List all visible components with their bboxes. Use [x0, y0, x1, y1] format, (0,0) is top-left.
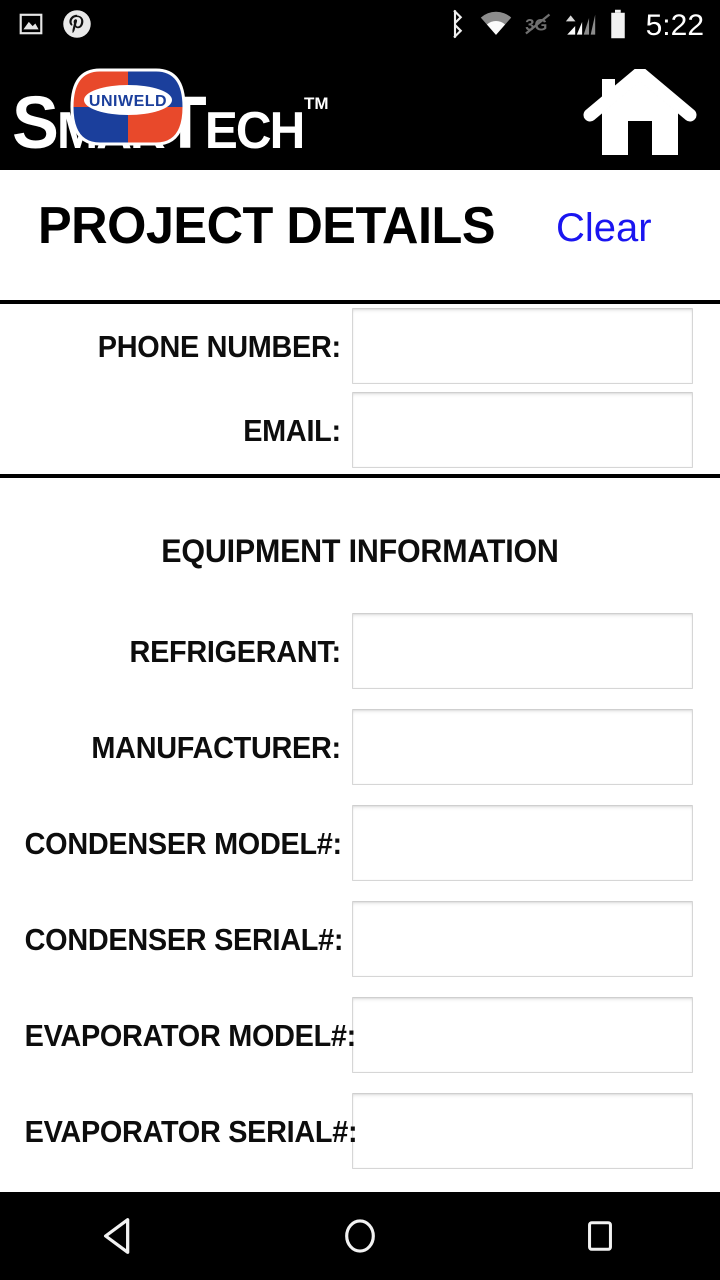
- status-bar-clock: 5:22: [645, 9, 704, 42]
- uniweld-badge-icon: UNIWELD: [70, 68, 186, 146]
- svg-text:UNIWELD: UNIWELD: [89, 93, 167, 110]
- cell-signal-icon: [564, 10, 596, 43]
- input-refrigerant[interactable]: [352, 613, 693, 689]
- section-heading-equipment-information: EQUIPMENT INFORMATION: [161, 533, 559, 569]
- screenshot-icon: [18, 11, 44, 42]
- field-row-phone-number: PHONE NUMBER:: [0, 304, 720, 388]
- square-recents-icon: [588, 1221, 612, 1251]
- triangle-back-icon: [103, 1218, 130, 1254]
- input-email[interactable]: [352, 392, 693, 468]
- home-icon: [583, 69, 697, 155]
- wifi-icon: [480, 11, 512, 42]
- status-bar-notifications: [0, 9, 92, 44]
- status-bar-system-icons: 3G 5:22: [442, 9, 720, 44]
- label-evaporator-model: EVAPORATOR MODEL#:: [24, 1017, 357, 1053]
- back-button[interactable]: [60, 1192, 180, 1280]
- recents-button[interactable]: [540, 1192, 660, 1280]
- home-button[interactable]: [300, 1192, 420, 1280]
- input-condenser-serial[interactable]: [352, 901, 693, 977]
- app-bar: SMARTECH TM UNIWELD: [0, 52, 720, 170]
- app-screen: 3G 5:22: [0, 0, 720, 1280]
- input-manufacturer[interactable]: [352, 709, 693, 785]
- page-title: PROJECT DETAILS: [38, 197, 496, 255]
- mobile-data-off-icon: 3G: [524, 11, 552, 42]
- android-navigation-bar: [0, 1192, 720, 1280]
- label-phone-number: PHONE NUMBER:: [97, 328, 341, 364]
- status-bar: 3G 5:22: [0, 0, 720, 52]
- label-evaporator-serial: EVAPORATOR SERIAL#:: [24, 1113, 358, 1149]
- input-evaporator-serial[interactable]: [352, 1093, 693, 1169]
- clear-button[interactable]: Clear: [556, 208, 652, 248]
- field-row-refrigerant: REFRIGERANT:: [0, 613, 720, 689]
- circle-home-icon: [345, 1219, 375, 1253]
- logo-ech: ECH: [204, 102, 306, 160]
- home-nav-button[interactable]: [578, 68, 702, 160]
- label-manufacturer: MANUFACTURER:: [91, 729, 341, 765]
- smartech-logo: SMARTECH TM UNIWELD: [8, 66, 348, 162]
- input-evaporator-model[interactable]: [352, 997, 693, 1073]
- label-refrigerant: REFRIGERANT:: [129, 633, 342, 669]
- input-condenser-model[interactable]: [352, 805, 693, 881]
- field-row-condenser-model: CONDENSER MODEL#:: [0, 805, 720, 881]
- field-row-condenser-serial: CONDENSER SERIAL#:: [0, 901, 720, 977]
- logo-s: S: [12, 81, 59, 164]
- field-row-evaporator-model: EVAPORATOR MODEL#:: [0, 997, 720, 1073]
- field-row-email: EMAIL:: [0, 388, 720, 472]
- label-email: EMAIL:: [243, 412, 341, 448]
- battery-icon: [608, 9, 628, 44]
- page-header: PROJECT DETAILS Clear: [0, 170, 720, 300]
- trademark-mark: TM: [304, 94, 329, 113]
- label-condenser-model: CONDENSER MODEL#:: [24, 825, 342, 861]
- input-phone-number[interactable]: [352, 308, 693, 384]
- divider-middle: [0, 474, 720, 478]
- bluetooth-icon: [442, 9, 468, 44]
- pinterest-icon: [62, 9, 92, 44]
- label-condenser-serial: CONDENSER SERIAL#:: [24, 921, 344, 957]
- field-row-evaporator-serial: EVAPORATOR SERIAL#:: [0, 1093, 720, 1169]
- field-row-manufacturer: MANUFACTURER:: [0, 709, 720, 785]
